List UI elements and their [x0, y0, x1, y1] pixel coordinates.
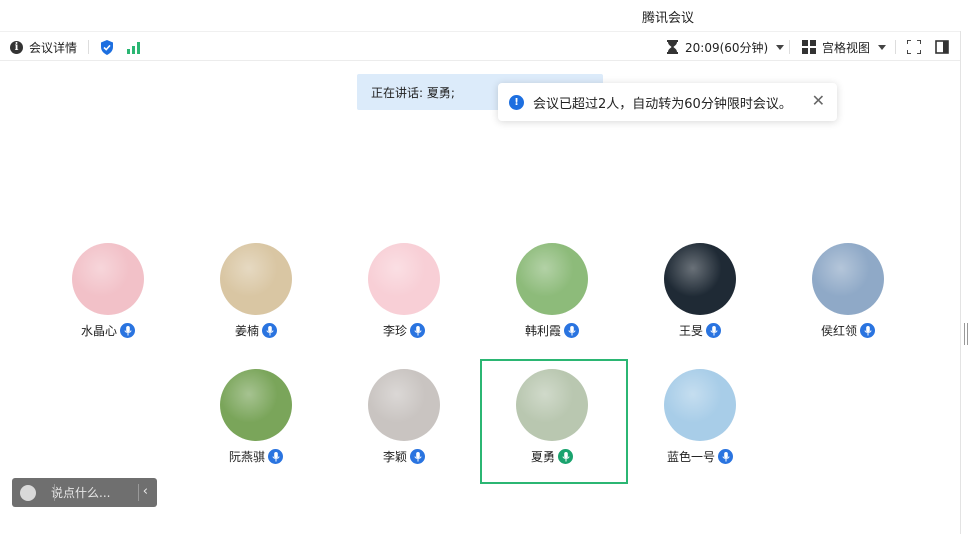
- participant-name-row: 水晶心: [38, 322, 178, 339]
- avatar: [220, 369, 292, 441]
- participant-tile[interactable]: 姜楠: [186, 243, 326, 361]
- microphone-icon[interactable]: [860, 323, 875, 338]
- participant-tile[interactable]: 阮燕骐: [186, 369, 326, 487]
- avatar: [664, 369, 736, 441]
- avatar: [664, 243, 736, 315]
- window-title: 腾讯会议: [641, 11, 694, 26]
- chevron-down-icon: [776, 44, 785, 50]
- active-speaker-frame: [480, 359, 628, 484]
- participant-tile[interactable]: 侯红领: [778, 243, 918, 361]
- chat-input-box[interactable]: 说点什么... ‹: [12, 478, 157, 507]
- participant-tile[interactable]: 李珍: [334, 243, 474, 361]
- avatar: [368, 243, 440, 315]
- grid-view-icon: [802, 40, 816, 54]
- participant-name-row: 韩利霞: [482, 322, 622, 339]
- meeting-timer[interactable]: 20:09(60分钟): [667, 32, 785, 62]
- collapse-chevron-icon[interactable]: ‹: [143, 484, 148, 499]
- microphone-icon[interactable]: [410, 449, 425, 464]
- panel-toggle-icon: [935, 40, 949, 54]
- participant-name-row: 王旻: [630, 322, 770, 339]
- close-icon[interactable]: ✕: [812, 93, 825, 109]
- avatar: [516, 243, 588, 315]
- notification-toast: ! 会议已超过2人，自动转为60分钟限时会议。 ✕: [498, 83, 837, 121]
- microphone-icon[interactable]: [120, 323, 135, 338]
- participant-name-row: 李珍: [334, 322, 474, 339]
- avatar: [220, 243, 292, 315]
- title-bar: 腾讯会议: [0, 0, 970, 30]
- participant-name-row: 李颖: [334, 448, 474, 465]
- signal-bars-icon: [127, 41, 140, 54]
- microphone-icon[interactable]: [718, 449, 733, 464]
- right-panel-edge: [960, 31, 970, 534]
- top-toolbar: i 会议详情 20:09(60分钟) 宫格视图: [0, 31, 970, 61]
- toolbar-divider: [789, 40, 790, 54]
- microphone-icon[interactable]: [706, 323, 721, 338]
- network-status-button[interactable]: [127, 32, 142, 62]
- microphone-icon[interactable]: [564, 323, 579, 338]
- participant-name-row: 阮燕骐: [186, 448, 326, 465]
- view-mode-dropdown[interactable]: 宫格视图: [802, 32, 887, 62]
- emoji-icon[interactable]: [20, 484, 36, 501]
- microphone-icon[interactable]: [268, 449, 283, 464]
- toast-message: 会议已超过2人，自动转为60分钟限时会议。: [533, 96, 792, 112]
- participant-name: 姜楠: [234, 324, 259, 338]
- participant-tile[interactable]: 李颖: [334, 369, 474, 487]
- participant-name: 蓝色一号: [666, 450, 715, 464]
- chat-divider: [138, 484, 139, 501]
- speaking-label: 正在讲话: 夏勇;: [371, 86, 455, 100]
- chevron-down-icon: [878, 44, 887, 50]
- sidebar-toggle-button[interactable]: [935, 32, 949, 62]
- fullscreen-icon: [907, 40, 921, 54]
- shield-check-icon: [101, 39, 113, 55]
- microphone-icon[interactable]: [410, 323, 425, 338]
- participant-tile[interactable]: 韩利霞: [482, 243, 622, 361]
- participant-tile[interactable]: 蓝色一号: [630, 369, 770, 487]
- view-mode-label: 宫格视图: [822, 40, 871, 55]
- participant-name: 水晶心: [80, 324, 117, 338]
- alert-icon: !: [509, 94, 524, 110]
- microphone-icon[interactable]: [262, 323, 277, 338]
- toolbar-divider: [88, 40, 89, 54]
- info-icon: i: [10, 40, 23, 54]
- participant-name-row: 蓝色一号: [630, 448, 770, 465]
- participant-name-row: 侯红领: [778, 322, 918, 339]
- participant-name: 韩利霞: [524, 324, 561, 338]
- avatar: [72, 243, 144, 315]
- timer-label: 20:09(60分钟): [685, 40, 769, 55]
- participant-tile[interactable]: 水晶心: [38, 243, 178, 361]
- participant-name: 王旻: [678, 324, 703, 338]
- meeting-info-button[interactable]: i 会议详情: [10, 32, 77, 62]
- resize-handle[interactable]: [964, 323, 968, 345]
- chat-divider: [54, 484, 55, 501]
- avatar: [368, 369, 440, 441]
- participant-name: 侯红领: [820, 324, 857, 338]
- hourglass-icon: [667, 40, 678, 54]
- fullscreen-button[interactable]: [907, 32, 921, 62]
- toolbar-divider: [895, 40, 896, 54]
- meeting-info-label: 会议详情: [29, 40, 78, 55]
- participant-tile[interactable]: 王旻: [630, 243, 770, 361]
- chat-placeholder[interactable]: 说点什么...: [51, 484, 110, 501]
- participant-name-row: 姜楠: [186, 322, 326, 339]
- security-shield-button[interactable]: [100, 32, 114, 62]
- participant-name: 阮燕骐: [228, 450, 265, 464]
- participant-name: 李颖: [382, 450, 407, 464]
- avatar: [812, 243, 884, 315]
- participant-name: 李珍: [382, 324, 407, 338]
